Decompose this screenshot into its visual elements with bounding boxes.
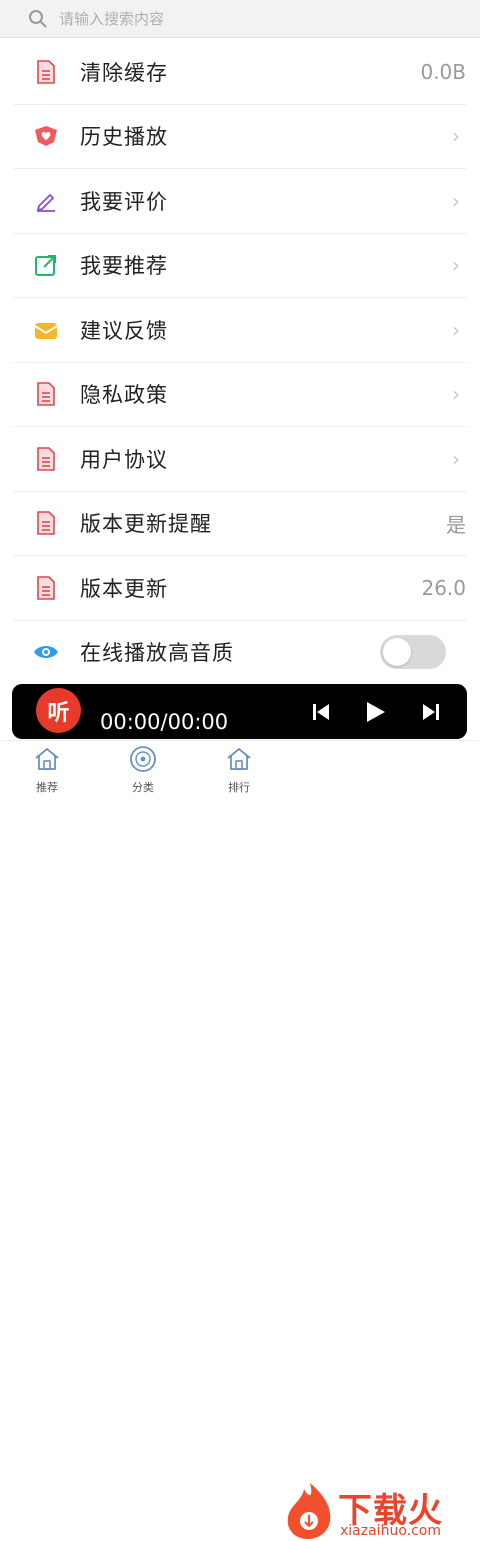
document-icon xyxy=(32,380,60,408)
mini-player[interactable]: 听 00:00/00:00 xyxy=(12,684,467,739)
chevron-right-icon: › xyxy=(452,317,460,342)
tab-recommend[interactable]: 推荐 xyxy=(17,743,77,795)
menu-item-label: 历史播放 xyxy=(80,125,168,150)
watermark-url: xiazaihuo.com xyxy=(340,1523,441,1539)
fire-logo-icon xyxy=(287,1483,331,1539)
menu-item-privacy[interactable]: 隐私政策 › xyxy=(14,363,466,427)
skip-previous-icon xyxy=(313,704,329,720)
search-bar[interactable]: 请输入搜索内容 xyxy=(0,0,480,38)
menu-item-label: 用户协议 xyxy=(80,447,168,472)
bottom-tab-bar: 推荐 分类 排行 下载火 xiazaihuo.com xyxy=(0,740,480,1539)
chevron-right-icon: › xyxy=(452,188,460,213)
chevron-right-icon: › xyxy=(452,446,460,471)
tab-label: 推荐 xyxy=(36,781,58,794)
toggle-knob xyxy=(383,638,411,667)
version-value: 26.0 xyxy=(421,575,466,600)
document-icon xyxy=(32,574,60,602)
share-box-icon xyxy=(32,251,60,279)
play-icon xyxy=(367,702,385,722)
menu-item-agreement[interactable]: 用户协议 › xyxy=(14,427,466,492)
disc-icon xyxy=(113,743,173,775)
chevron-right-icon: › xyxy=(452,382,460,407)
app-logo: 听 xyxy=(36,688,81,733)
document-icon xyxy=(32,58,60,86)
menu-item-history[interactable]: 历史播放 › xyxy=(14,105,466,169)
menu-item-label: 我要推荐 xyxy=(80,254,168,279)
home-icon xyxy=(209,743,269,775)
eye-icon xyxy=(32,638,60,666)
home-icon xyxy=(17,743,77,775)
document-icon xyxy=(32,509,60,537)
tab-label: 分类 xyxy=(132,781,154,794)
heart-shield-icon xyxy=(32,122,60,150)
play-button[interactable] xyxy=(362,699,388,725)
tab-label: 排行 xyxy=(228,781,250,794)
settings-list: 清除缓存 0.0B 历史播放 › 我要评价 › 我要推荐 › 建议反馈 › 隐私 xyxy=(0,40,480,685)
menu-item-version[interactable]: 版本更新 26.0 xyxy=(14,556,466,621)
menu-item-feedback[interactable]: 建议反馈 › xyxy=(14,298,466,363)
playback-time: 00:00/00:00 xyxy=(100,710,229,734)
document-icon xyxy=(32,445,60,473)
update-reminder-value: 是 xyxy=(446,512,466,537)
menu-item-hq-audio: 在线播放高音质 xyxy=(14,621,466,685)
menu-item-label: 我要评价 xyxy=(80,189,168,214)
search-icon xyxy=(27,8,49,30)
menu-item-clear-cache[interactable]: 清除缓存 0.0B xyxy=(14,40,466,105)
cache-size-value: 0.0B xyxy=(420,59,466,84)
tab-ranking[interactable]: 排行 xyxy=(209,743,269,795)
search-placeholder[interactable]: 请输入搜索内容 xyxy=(59,8,164,29)
menu-item-label: 版本更新 xyxy=(80,576,168,601)
chevron-right-icon: › xyxy=(452,124,460,149)
menu-item-recommend[interactable]: 我要推荐 › xyxy=(14,234,466,298)
mail-icon xyxy=(32,316,60,344)
menu-item-label: 隐私政策 xyxy=(80,383,168,408)
menu-item-label: 版本更新提醒 xyxy=(80,512,212,537)
menu-item-rate[interactable]: 我要评价 › xyxy=(14,169,466,234)
menu-item-label: 清除缓存 xyxy=(80,60,168,85)
watermark: 下载火 xiazaihuo.com xyxy=(280,1479,480,1541)
menu-item-label: 建议反馈 xyxy=(80,318,168,343)
pencil-icon xyxy=(32,187,60,215)
menu-item-label: 在线播放高音质 xyxy=(80,641,234,666)
chevron-right-icon: › xyxy=(452,253,460,278)
next-button[interactable] xyxy=(418,699,444,725)
previous-button[interactable] xyxy=(308,699,334,725)
skip-next-icon xyxy=(423,704,439,720)
menu-item-update-reminder[interactable]: 版本更新提醒 是 xyxy=(14,492,466,556)
tab-category[interactable]: 分类 xyxy=(113,743,173,795)
hq-audio-toggle[interactable] xyxy=(380,635,446,670)
